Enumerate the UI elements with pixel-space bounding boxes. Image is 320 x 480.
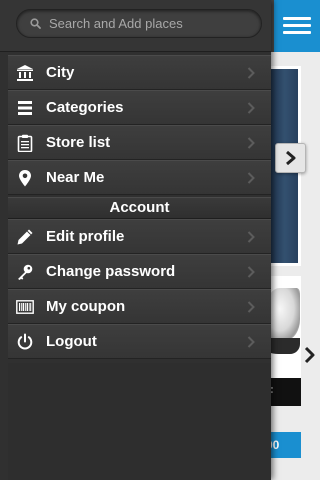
barcode-icon bbox=[16, 300, 34, 314]
chevron-right-icon bbox=[247, 172, 255, 184]
menu-item-label: Near Me bbox=[46, 169, 105, 186]
clipboard-icon bbox=[17, 134, 33, 152]
search-field[interactable] bbox=[16, 9, 262, 38]
bank-building-icon bbox=[17, 65, 33, 81]
menu-item-label: Store list bbox=[46, 134, 111, 151]
menu-item-store-list[interactable]: Store list bbox=[8, 125, 271, 160]
menu-toggle-button[interactable] bbox=[274, 0, 320, 52]
chevron-right-icon bbox=[247, 266, 255, 278]
menu-item-my-coupon[interactable]: My coupon bbox=[8, 289, 271, 324]
menu-item-label: Edit profile bbox=[46, 228, 125, 245]
main-menu: City Categories Store list Near Me bbox=[8, 55, 271, 195]
section-header-account: Account bbox=[8, 197, 271, 219]
key-icon bbox=[18, 264, 33, 280]
account-menu: Edit profile Change password My coupon L… bbox=[8, 219, 271, 359]
menu-item-label: City bbox=[46, 64, 75, 81]
list-icon bbox=[18, 101, 32, 115]
menu-item-label: Change password bbox=[46, 263, 176, 280]
menu-item-label: My coupon bbox=[46, 298, 126, 315]
power-icon bbox=[17, 333, 33, 350]
hamburger-line bbox=[283, 31, 311, 34]
menu-item-label: Logout bbox=[46, 333, 97, 350]
search-input[interactable] bbox=[49, 13, 254, 33]
chevron-right-icon bbox=[247, 231, 255, 243]
hamburger-line bbox=[283, 24, 311, 27]
search-bar bbox=[0, 0, 271, 52]
chevron-right-icon bbox=[247, 102, 255, 114]
side-drawer: City Categories Store bbox=[0, 0, 271, 480]
menu-item-categories[interactable]: Categories bbox=[8, 90, 271, 125]
search-icon bbox=[30, 18, 41, 29]
menu-item-logout[interactable]: Logout bbox=[8, 324, 271, 359]
pencil-icon bbox=[17, 229, 33, 245]
product-image bbox=[266, 288, 300, 340]
chevron-right-icon bbox=[247, 336, 255, 348]
hamburger-line bbox=[283, 17, 311, 20]
menu-item-near-me[interactable]: Near Me bbox=[8, 160, 271, 195]
chevron-right-icon bbox=[247, 301, 255, 313]
chevron-right-icon[interactable] bbox=[304, 346, 316, 364]
menu-item-city[interactable]: City bbox=[8, 55, 271, 90]
carousel-next-button[interactable] bbox=[275, 143, 306, 173]
chevron-right-icon bbox=[286, 151, 296, 165]
map-pin-icon bbox=[19, 170, 31, 187]
drawer-empty-area bbox=[8, 363, 271, 480]
chevron-right-icon bbox=[247, 137, 255, 149]
chevron-right-icon bbox=[247, 67, 255, 79]
menu-item-label: Categories bbox=[46, 99, 124, 116]
menu-item-edit-profile[interactable]: Edit profile bbox=[8, 219, 271, 254]
menu-item-change-password[interactable]: Change password bbox=[8, 254, 271, 289]
